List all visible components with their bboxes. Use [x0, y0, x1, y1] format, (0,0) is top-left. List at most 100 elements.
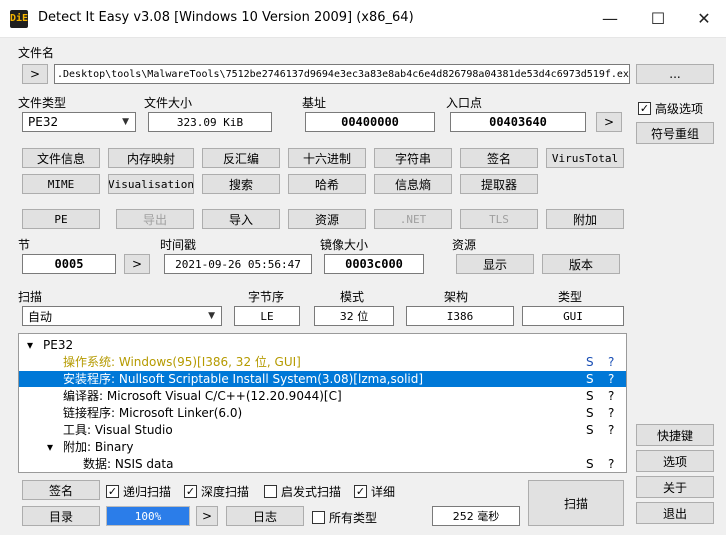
timestamp-label: 时间戳 [160, 238, 197, 252]
tree-row[interactable]: 编译器: Microsoft Visual C/C++(12.20.9044)[… [19, 388, 626, 404]
scan-button[interactable]: 扫描 [528, 480, 624, 526]
signature-s[interactable]: S [586, 456, 594, 472]
tree-row[interactable]: 链接程序: Microsoft Linker(6.0) S ? [19, 405, 626, 421]
expand-icon[interactable]: ▾ [27, 337, 33, 353]
file-path-field[interactable]: .Desktop\tools\MalwareTools\7512be274613… [54, 64, 630, 84]
filesize-label: 文件大小 [144, 96, 193, 110]
mode-field: 32 位 [314, 306, 394, 326]
info-q[interactable]: ? [608, 456, 614, 472]
type-field: GUI [522, 306, 624, 326]
scan-mode-select[interactable]: 自动 ▼ [22, 306, 222, 326]
signature-s[interactable]: S [586, 354, 594, 370]
memory-map-button[interactable]: 内存映射 [108, 148, 194, 168]
signatures-button[interactable]: 签名 [460, 148, 538, 168]
resource-version-button[interactable]: 版本 [542, 254, 620, 274]
tree-row[interactable]: 工具: Visual Studio S ? [19, 422, 626, 438]
filename-label: 文件名 [18, 46, 55, 60]
tree-row[interactable]: 数据: NSIS data S ? [19, 456, 626, 472]
info-q[interactable]: ? [608, 354, 614, 370]
scan-time-field: 252 毫秒 [432, 506, 520, 526]
signature-s[interactable]: S [586, 405, 594, 421]
file-info-button[interactable]: 文件信息 [22, 148, 100, 168]
about-button[interactable]: 关于 [636, 476, 714, 498]
signatures-bottom-button[interactable]: 签名 [22, 480, 100, 500]
search-button[interactable]: 搜索 [202, 174, 280, 194]
filesize-field: 323.09 KiB [148, 112, 272, 132]
expand-icon[interactable]: ▾ [47, 439, 53, 455]
filetype-select[interactable]: PE32 ▼ [22, 112, 136, 132]
arch-label: 架构 [444, 290, 469, 304]
scan-label: 扫描 [18, 290, 43, 304]
info-q[interactable]: ? [608, 422, 614, 438]
minimize-button[interactable]: — [590, 6, 630, 32]
strings-button[interactable]: 字符串 [374, 148, 452, 168]
recursive-scan-checkbox[interactable]: ✓ 递归扫描 [106, 483, 171, 500]
scan-mode-value: 自动 [28, 309, 53, 324]
deep-scan-checkbox[interactable]: ✓ 深度扫描 [184, 483, 249, 500]
results-tree[interactable]: ▾ PE32 操作系统: Windows(95)[I386, 32 位, GUI… [18, 333, 627, 473]
close-button[interactable]: ✕ [684, 6, 724, 32]
mime-button[interactable]: MIME [22, 174, 100, 194]
info-q[interactable]: ? [608, 388, 614, 404]
resource-label: 资源 [452, 238, 477, 252]
tab-tls[interactable]: TLS [460, 209, 538, 229]
signature-s[interactable]: S [586, 388, 594, 404]
endian-field: LE [234, 306, 300, 326]
maximize-button[interactable]: ☐ [638, 6, 678, 32]
chevron-down-icon: ▼ [122, 117, 129, 127]
hex-button[interactable]: 十六进制 [288, 148, 366, 168]
progress-text: 100% [134, 509, 162, 523]
tab-dotnet[interactable]: .NET [374, 209, 452, 229]
linker-result: 链接程序: Microsoft Linker(6.0) [63, 406, 243, 420]
signature-s[interactable]: S [586, 371, 594, 387]
entropy-button[interactable]: 信息熵 [374, 174, 452, 194]
all-types-label: 所有类型 [329, 511, 378, 525]
tab-import[interactable]: 导入 [202, 209, 280, 229]
directory-button[interactable]: 目录 [22, 506, 100, 526]
base-address-label: 基址 [302, 96, 327, 110]
shortcuts-button[interactable]: 快捷键 [636, 424, 714, 446]
advanced-checkbox[interactable]: ✓ 高级选项 [638, 100, 703, 117]
log-button[interactable]: 日志 [226, 506, 304, 526]
extractor-button[interactable]: 提取器 [460, 174, 538, 194]
tree-row[interactable]: ▾ PE32 [19, 337, 626, 353]
tree-row[interactable]: ▾ 附加: Binary [19, 439, 626, 455]
tab-pe[interactable]: PE [22, 209, 100, 229]
entry-point-label: 入口点 [446, 96, 483, 110]
tree-row[interactable]: 安装程序: Nullsoft Scriptable Install System… [19, 371, 626, 387]
check-icon: ✓ [354, 485, 367, 498]
disassembly-button[interactable]: 反汇编 [202, 148, 280, 168]
verbose-label: 详细 [371, 485, 396, 499]
virustotal-button[interactable]: VirusTotal [546, 148, 624, 168]
info-q[interactable]: ? [608, 371, 614, 387]
exit-button[interactable]: 退出 [636, 502, 714, 524]
section-count-field: 0005 [22, 254, 116, 274]
options-button[interactable]: 选项 [636, 450, 714, 472]
timestamp-field: 2021-09-26 05:56:47 [164, 254, 312, 274]
tab-export[interactable]: 导出 [116, 209, 194, 229]
all-types-checkbox[interactable]: 所有类型 [312, 509, 377, 526]
tab-overlay[interactable]: 附加 [546, 209, 624, 229]
browse-button[interactable]: ... [636, 64, 714, 84]
info-q[interactable]: ? [608, 405, 614, 421]
tree-root-label: PE32 [43, 338, 74, 352]
file-nav-button[interactable]: > [22, 64, 48, 84]
entry-point-field: 00403640 [450, 112, 586, 132]
resource-show-button[interactable]: 显示 [456, 254, 534, 274]
heuristic-scan-checkbox[interactable]: 启发式扫描 [264, 483, 341, 500]
rebuild-symbols-button[interactable]: 符号重组 [636, 122, 714, 144]
tree-row[interactable]: 操作系统: Windows(95)[I386, 32 位, GUI] S ? [19, 354, 626, 370]
image-size-label: 镜像大小 [320, 238, 369, 252]
progress-nav-button[interactable]: > [196, 506, 218, 526]
arch-field: I386 [406, 306, 514, 326]
verbose-checkbox[interactable]: ✓ 详细 [354, 483, 395, 500]
check-icon: ✓ [184, 485, 197, 498]
entry-point-nav-button[interactable]: > [596, 112, 622, 132]
section-label: 节 [18, 238, 31, 252]
compiler-result: 编译器: Microsoft Visual C/C++(12.20.9044)[… [63, 389, 342, 403]
tab-resources[interactable]: 资源 [288, 209, 366, 229]
signature-s[interactable]: S [586, 422, 594, 438]
visualisation-button[interactable]: Visualisation [108, 174, 194, 194]
section-nav-button[interactable]: > [124, 254, 150, 274]
hash-button[interactable]: 哈希 [288, 174, 366, 194]
